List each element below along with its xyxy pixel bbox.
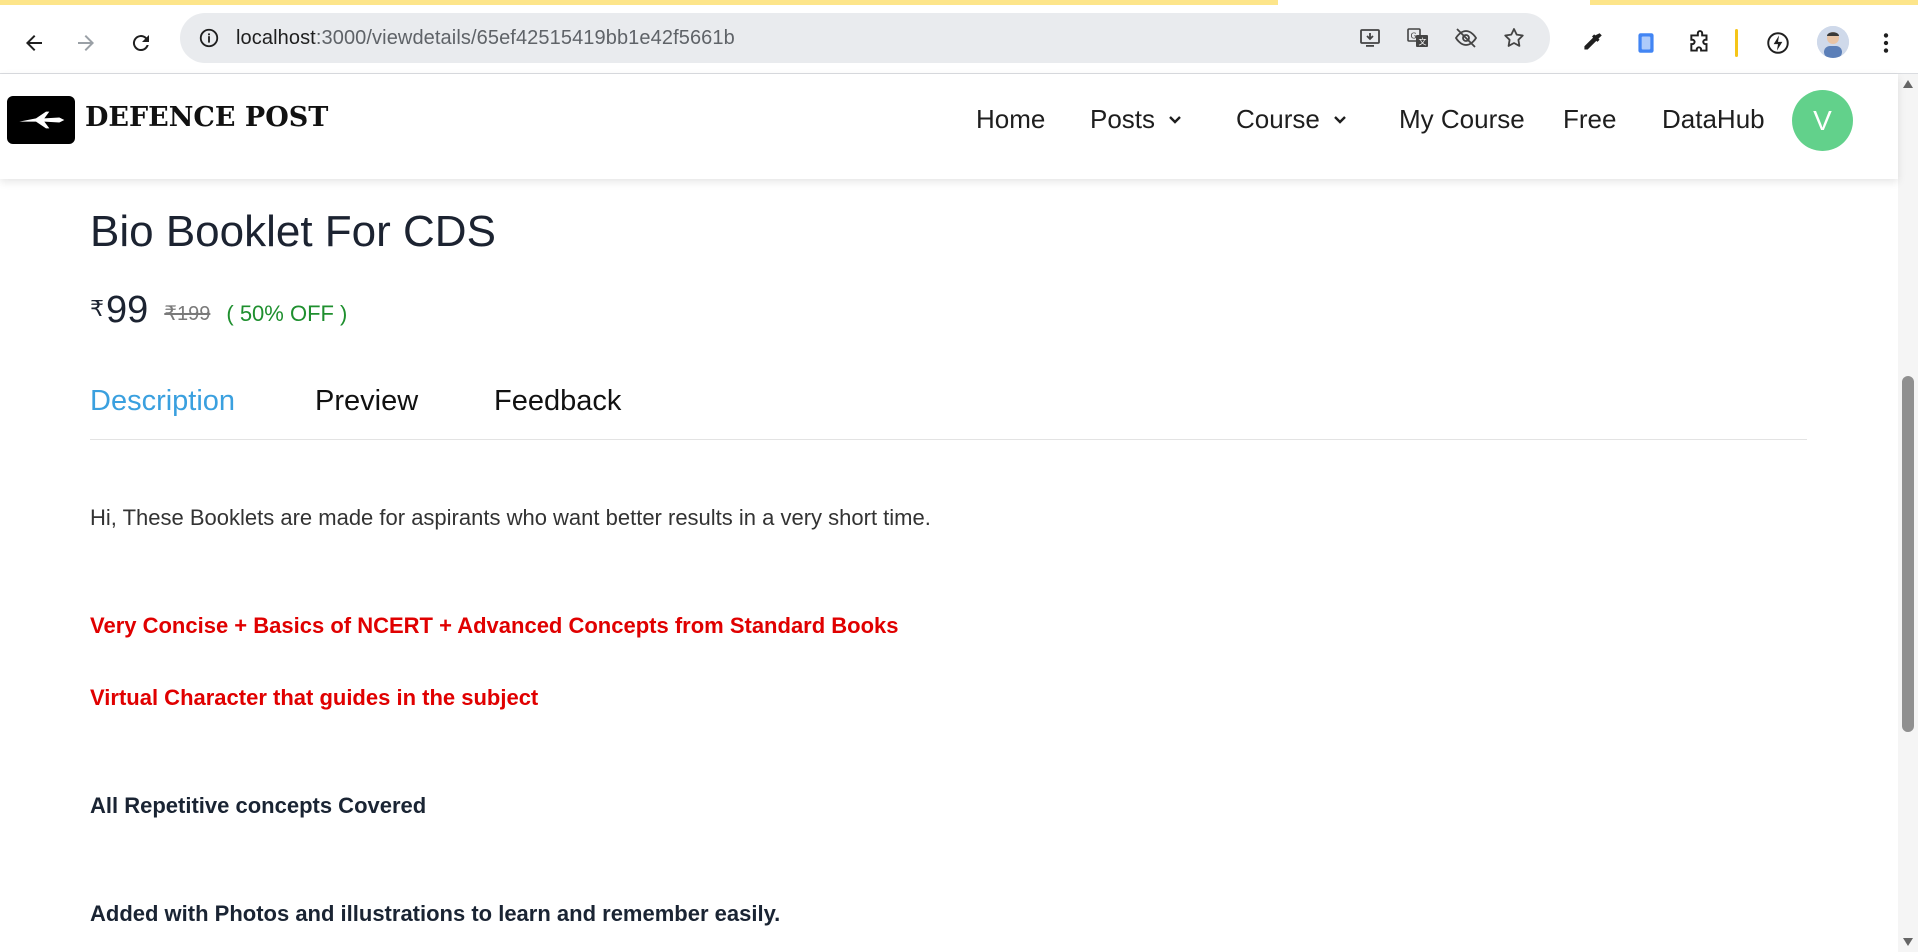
tab-feedback[interactable]: Feedback (494, 385, 621, 418)
browser-toolbar: localhost:3000/viewdetails/65ef42515419b… (0, 5, 1918, 74)
fighter-jet-icon (19, 111, 65, 129)
nav-course[interactable]: Course (1236, 104, 1348, 135)
browser-profile-avatar[interactable] (1817, 26, 1849, 58)
scroll-thumb[interactable] (1902, 376, 1914, 732)
forward-arrow-icon[interactable] (66, 23, 106, 63)
nav-course-label: Course (1236, 104, 1320, 134)
nav-free-label: Free (1563, 104, 1617, 134)
chevron-down-icon (1333, 115, 1346, 124)
star-icon[interactable] (1497, 21, 1531, 55)
url-host: localhost (236, 27, 316, 49)
user-avatar[interactable]: V (1792, 90, 1853, 151)
description-highlight: Virtual Character that guides in the sub… (90, 685, 539, 710)
details-tabs: Description Preview Feedback (90, 379, 1807, 440)
brand-logo[interactable] (7, 96, 75, 144)
current-price: 99 (106, 289, 149, 331)
url-text[interactable]: localhost:3000/viewdetails/65ef42515419b… (236, 13, 735, 63)
brand-name[interactable]: DEFENCE POST (85, 102, 328, 133)
url-path: :3000/viewdetails/65ef42515419bb1e42f566… (315, 27, 735, 49)
description-highlight: Very Concise + Basics of NCERT + Advance… (90, 613, 899, 638)
svg-text:G: G (1411, 32, 1417, 41)
address-bar[interactable]: localhost:3000/viewdetails/65ef42515419b… (180, 13, 1550, 63)
site-header: DEFENCE POST Home Posts Course My Course… (0, 74, 1898, 179)
scroll-up-arrow-icon[interactable] (1903, 80, 1913, 88)
nav-datahub-label: DataHub (1662, 104, 1765, 134)
site-info-icon[interactable] (192, 21, 226, 55)
extension-app-icon[interactable] (1626, 23, 1666, 63)
toolbar-separator (1735, 29, 1738, 57)
tab-description[interactable]: Description (90, 385, 235, 418)
page-title: Bio Booklet For CDS (90, 207, 496, 256)
discount-badge: ( 50% OFF ) (226, 301, 348, 326)
description-intro: Hi, These Booklets are made for aspirant… (90, 505, 931, 530)
course-details: Bio Booklet For CDS ₹ 99 ₹199 ( 50% OFF … (0, 179, 1898, 952)
install-app-icon[interactable] (1353, 21, 1387, 55)
nav-my-course-label: My Course (1399, 104, 1525, 134)
translate-icon[interactable]: G文 (1401, 21, 1435, 55)
eye-off-icon[interactable] (1449, 21, 1483, 55)
chevron-down-icon (1169, 115, 1181, 124)
nav-my-course[interactable]: My Course (1399, 104, 1525, 135)
tab-preview[interactable]: Preview (315, 385, 418, 418)
svg-text:文: 文 (1419, 37, 1427, 47)
eyedropper-icon[interactable] (1572, 23, 1612, 63)
back-arrow-icon[interactable] (14, 23, 54, 63)
currency-symbol: ₹ (90, 296, 104, 321)
description-point: All Repetitive concepts Covered (90, 793, 427, 818)
nav-posts-label: Posts (1090, 104, 1156, 134)
lightning-icon[interactable] (1758, 23, 1798, 63)
reload-icon[interactable] (121, 23, 161, 63)
nav-free[interactable]: Free (1563, 104, 1616, 135)
nav-datahub[interactable]: DataHub (1662, 104, 1765, 135)
nav-posts[interactable]: Posts (1090, 104, 1183, 135)
puzzle-icon[interactable] (1680, 23, 1720, 63)
kebab-menu-icon[interactable] (1866, 23, 1906, 63)
page-scrollbar[interactable] (1898, 74, 1918, 952)
nav-home-label: Home (976, 104, 1046, 134)
scroll-down-arrow-icon[interactable] (1903, 938, 1913, 946)
price-row: ₹ 99 ₹199 ( 50% OFF ) (90, 289, 347, 332)
nav-home[interactable]: Home (976, 104, 1045, 135)
description-point: Added with Photos and illustrations to l… (90, 901, 781, 926)
original-price: ₹199 (164, 303, 211, 325)
